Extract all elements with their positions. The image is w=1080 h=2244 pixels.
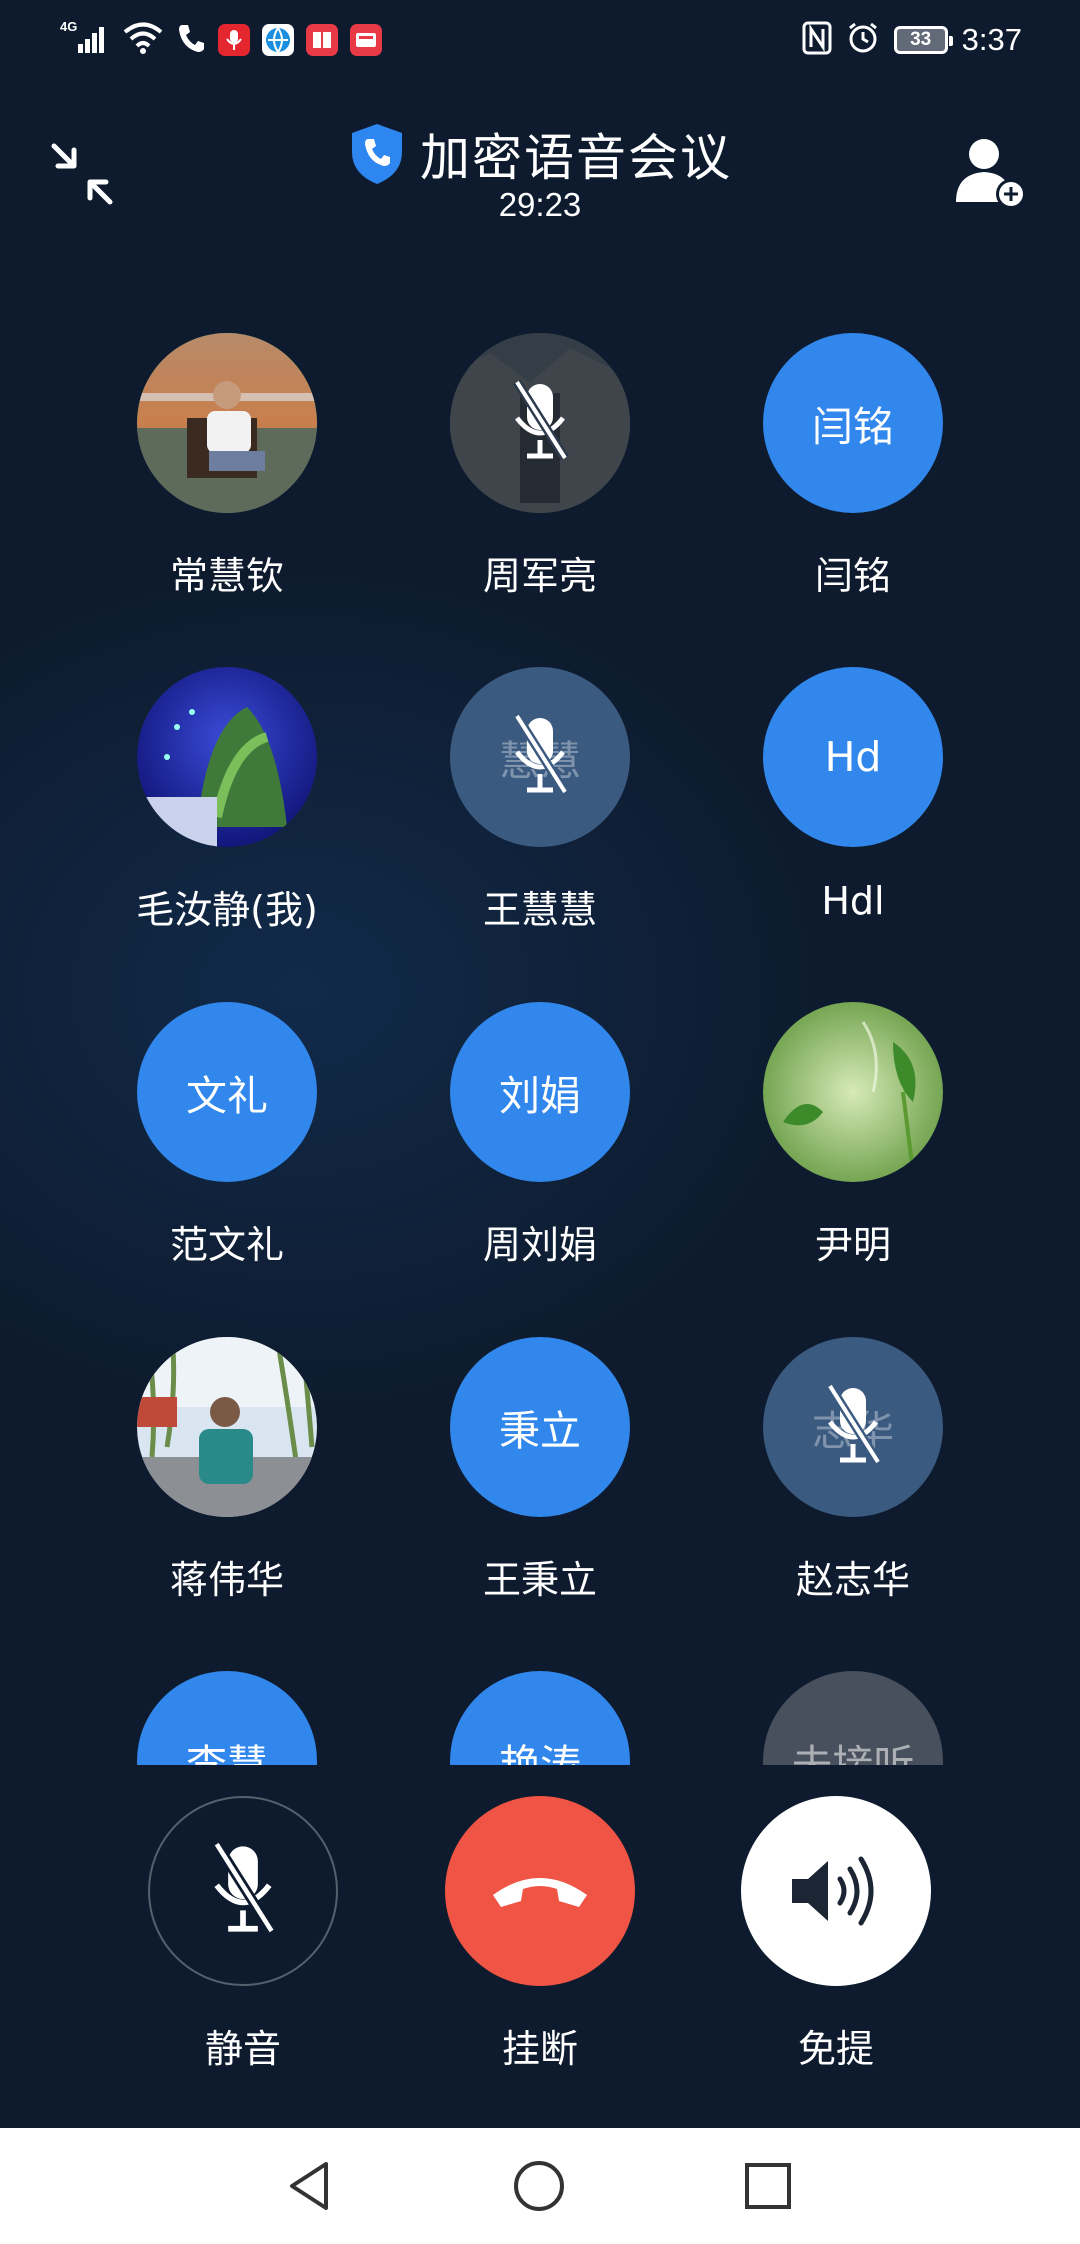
muted-indicator	[450, 333, 630, 513]
speaker-icon	[792, 1856, 874, 1926]
avatar-photo-icon	[137, 333, 317, 513]
participant-name: 尹明	[814, 1223, 891, 1267]
mute-label: 静音	[204, 2027, 281, 2071]
mic-off-icon	[513, 713, 569, 795]
participant-name: 王慧慧	[482, 888, 597, 932]
participant-name: 常慧钦	[169, 554, 284, 598]
participant-name: 周军亮	[482, 554, 597, 598]
nav-home-icon	[514, 2161, 564, 2211]
avatar: 慧慧	[450, 667, 630, 847]
nav-home-button[interactable]	[507, 2154, 571, 2218]
mic-off-icon	[513, 379, 569, 461]
avatar: 秉立	[450, 1337, 630, 1517]
avatar	[137, 333, 317, 513]
mic-off-icon	[826, 1383, 882, 1465]
participant-name: 王秉立	[482, 1558, 597, 1602]
system-nav-bar	[0, 2128, 1080, 2244]
avatar: 未接听	[763, 1671, 943, 1765]
avatar: 闫铭	[763, 333, 943, 513]
avatar-initials: Hd	[824, 733, 882, 781]
avatar: 文礼	[137, 1002, 317, 1182]
participant-grid: 常慧钦 周军亮 闫铭 闫铭 毛汝静(我) 王慧慧 Hd Hdl 文礼 范文礼 刘…	[0, 0, 1080, 1765]
hangup-button[interactable]	[445, 1796, 635, 1986]
muted-indicator	[763, 1337, 943, 1517]
avatar-initials: 艳涛	[499, 1741, 581, 1765]
speaker-button[interactable]	[741, 1796, 931, 1986]
avatar-photo-icon	[137, 667, 317, 847]
participant-name: 蒋伟华	[169, 1558, 284, 1602]
participant-status: 未接听	[791, 1741, 915, 1765]
participant-name: Hdl	[821, 879, 885, 923]
avatar	[450, 333, 630, 513]
mic-off-icon	[212, 1841, 276, 1934]
avatar: 志华	[763, 1337, 943, 1517]
nav-recents-icon	[745, 2163, 791, 2209]
avatar: Hd	[763, 667, 943, 847]
avatar-initials: 李慧	[186, 1741, 268, 1765]
avatar-initials: 文礼	[186, 1072, 268, 1120]
participant-name: 赵志华	[795, 1558, 910, 1602]
muted-indicator	[450, 667, 630, 847]
avatar	[763, 1002, 943, 1182]
nav-back-button[interactable]	[278, 2154, 342, 2218]
hangup-icon	[493, 1878, 587, 1907]
avatar	[137, 1337, 317, 1517]
participant-name: 毛汝静(我)	[136, 888, 318, 932]
participant-name: 周刘娟	[482, 1223, 597, 1267]
participant-name: 闫铭	[814, 554, 891, 598]
avatar-initials: 刘娟	[499, 1072, 581, 1120]
avatar: 刘娟	[450, 1002, 630, 1182]
mute-button[interactable]	[148, 1796, 338, 1986]
avatar-initials: 秉立	[499, 1407, 581, 1455]
avatar-photo-icon	[763, 1002, 943, 1182]
avatar: 李慧	[137, 1671, 317, 1765]
speaker-label: 免提	[797, 2027, 874, 2071]
avatar	[137, 667, 317, 847]
call-screen: 4G 33 3:37 加密语音会议 29:23 常慧钦 周军亮 闫铭 闫铭 毛汝…	[0, 0, 1080, 2244]
participant-name: 范文礼	[169, 1223, 284, 1267]
avatar: 艳涛	[450, 1671, 630, 1765]
nav-back-icon	[290, 2162, 328, 2210]
hangup-label: 挂断	[501, 2027, 578, 2071]
avatar-photo-icon	[137, 1337, 317, 1517]
nav-recents-button[interactable]	[736, 2154, 800, 2218]
avatar-initials: 闫铭	[812, 403, 894, 451]
